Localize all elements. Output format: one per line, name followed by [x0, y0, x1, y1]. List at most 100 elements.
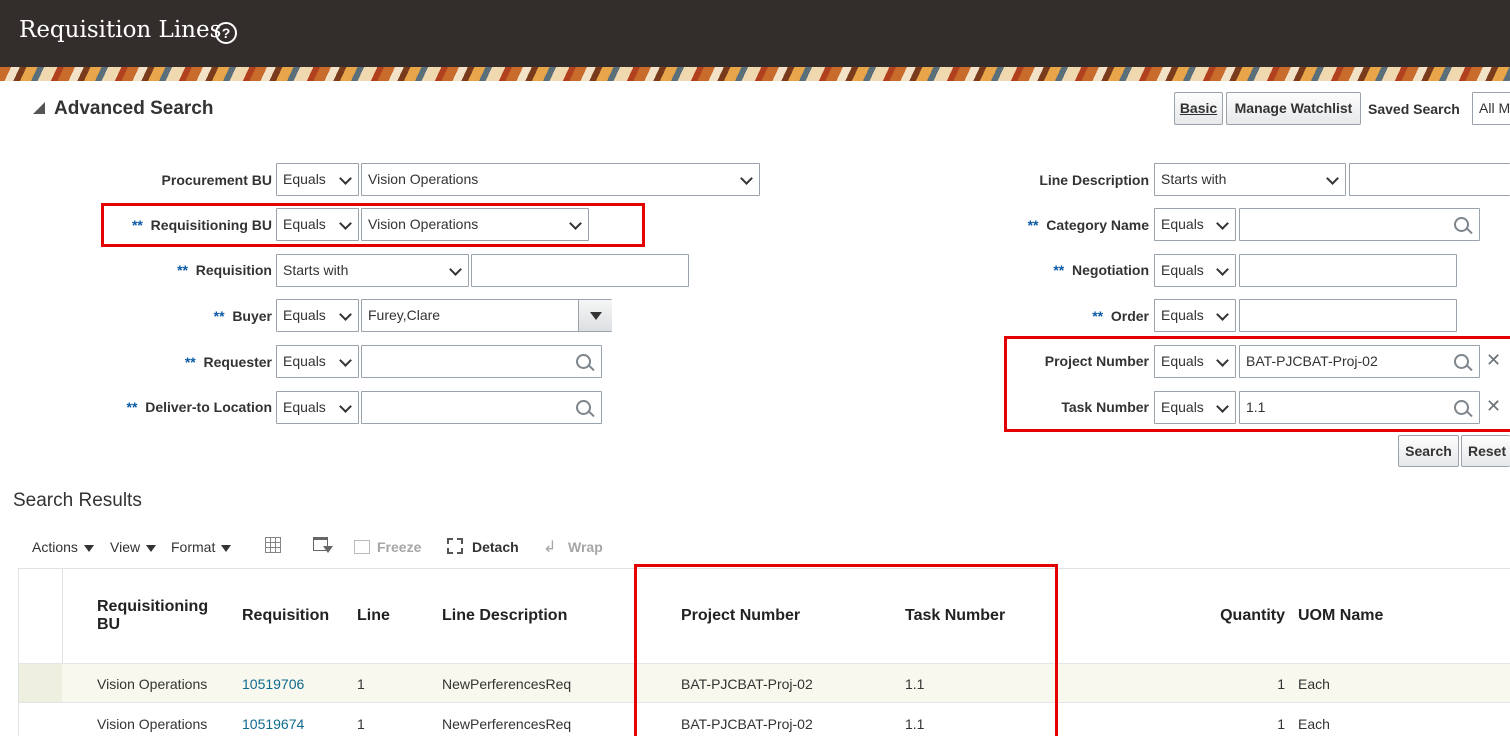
- category-name-input[interactable]: [1239, 208, 1480, 241]
- cell-uom-name: Each: [1298, 716, 1330, 732]
- row-selector[interactable]: [19, 664, 62, 702]
- chevron-down-icon: [1216, 354, 1229, 367]
- buyer-combobox[interactable]: Furey,Clare: [361, 299, 612, 332]
- deliver-to-location-label: ** Deliver-to Location: [126, 399, 272, 415]
- search-icon[interactable]: [1454, 400, 1469, 415]
- help-icon[interactable]: ?: [215, 22, 237, 44]
- wrap-button[interactable]: Wrap: [568, 539, 603, 555]
- manage-watchlist-button[interactable]: Manage Watchlist: [1226, 92, 1361, 125]
- search-icon[interactable]: [1454, 217, 1469, 232]
- actions-menu[interactable]: Actions: [32, 539, 94, 555]
- requisition-input[interactable]: [471, 254, 689, 287]
- requisition-link[interactable]: 10519674: [242, 716, 304, 732]
- column-header-uom-name[interactable]: UOM Name: [1298, 607, 1383, 625]
- filter-table-icon[interactable]: [313, 537, 333, 555]
- search-icon[interactable]: [1454, 354, 1469, 369]
- requisitioning-bu-select[interactable]: Vision Operations: [361, 208, 589, 241]
- procurement-bu-operator[interactable]: Equals: [276, 163, 359, 196]
- cell-line: 1: [357, 716, 365, 732]
- chevron-down-icon: [449, 263, 462, 276]
- cell-line-description: NewPerferencesReq: [442, 716, 572, 732]
- decorative-banner: [0, 67, 1510, 81]
- chevron-down-icon: [1326, 172, 1339, 185]
- search-icon[interactable]: [576, 354, 591, 369]
- wrap-icon: ↲: [543, 539, 557, 556]
- chevron-down-icon: [339, 400, 352, 413]
- caret-down-icon: [590, 312, 602, 320]
- column-header-quantity[interactable]: Quantity: [1220, 607, 1285, 625]
- deliver-to-location-operator[interactable]: Equals: [276, 391, 359, 424]
- chevron-down-icon: [740, 172, 753, 185]
- order-input[interactable]: [1239, 299, 1457, 332]
- cell-uom-name: Each: [1298, 676, 1330, 692]
- requester-input[interactable]: [361, 345, 602, 378]
- saved-search-select[interactable]: All M: [1472, 92, 1510, 125]
- saved-search-label: Saved Search: [1368, 101, 1460, 117]
- clear-icon[interactable]: ✕: [1486, 396, 1501, 417]
- buyer-operator[interactable]: Equals: [276, 299, 359, 332]
- clear-icon[interactable]: ✕: [1486, 350, 1501, 371]
- caret-down-icon: [83, 544, 94, 552]
- view-menu[interactable]: View: [110, 539, 157, 555]
- line-description-operator[interactable]: Starts with: [1154, 163, 1346, 196]
- basic-button[interactable]: Basic: [1174, 92, 1223, 125]
- order-operator[interactable]: Equals: [1154, 299, 1236, 332]
- chevron-down-icon: [339, 308, 352, 321]
- advanced-search-heading: Advanced Search: [54, 98, 214, 119]
- requisitioning-bu-label: ** Requisitioning BU: [131, 217, 272, 233]
- reset-button[interactable]: Reset: [1461, 435, 1510, 467]
- detach-icon: [447, 538, 463, 554]
- freeze-icon: [354, 540, 370, 554]
- chevron-down-icon: [339, 354, 352, 367]
- requester-label: ** Requester: [184, 354, 272, 370]
- search-button[interactable]: Search: [1398, 435, 1459, 467]
- column-header-requisition[interactable]: Requisition: [242, 607, 329, 625]
- task-number-input[interactable]: 1.1: [1239, 391, 1480, 424]
- chevron-down-icon: [1216, 217, 1229, 230]
- task-number-operator[interactable]: Equals: [1154, 391, 1236, 424]
- negotiation-label: ** Negotiation: [1053, 262, 1149, 278]
- requisition-operator[interactable]: Starts with: [276, 254, 469, 287]
- search-icon[interactable]: [576, 400, 591, 415]
- chevron-down-icon: [569, 217, 582, 230]
- highlight-box-project-task-columns: [634, 564, 1058, 736]
- columns-icon[interactable]: [265, 537, 283, 555]
- project-number-operator[interactable]: Equals: [1154, 345, 1236, 378]
- column-header-line[interactable]: Line: [357, 607, 390, 625]
- task-number-label: Task Number: [1061, 399, 1149, 415]
- line-description-input[interactable]: [1349, 163, 1510, 196]
- line-description-label: Line Description: [1039, 172, 1149, 188]
- cell-requisitioning-bu: Vision Operations: [97, 676, 208, 692]
- project-number-input[interactable]: BAT-PJCBAT-Proj-02: [1239, 345, 1480, 378]
- cell-line: 1: [357, 676, 365, 692]
- caret-down-icon: [146, 544, 157, 552]
- category-name-operator[interactable]: Equals: [1154, 208, 1236, 241]
- column-header-requisitioning-bu[interactable]: Requisitioning BU: [97, 598, 217, 634]
- project-number-label: Project Number: [1044, 353, 1149, 369]
- requisition-label: ** Requisition: [177, 262, 272, 278]
- procurement-bu-select[interactable]: Vision Operations: [361, 163, 760, 196]
- category-name-label: ** Category Name: [1027, 217, 1149, 233]
- chevron-down-icon: [339, 217, 352, 230]
- format-menu[interactable]: Format: [171, 539, 232, 555]
- freeze-button[interactable]: Freeze: [377, 539, 421, 555]
- page-title: Requisition Lines: [19, 17, 222, 43]
- detach-button[interactable]: Detach: [472, 539, 519, 555]
- order-label: ** Order: [1092, 308, 1149, 324]
- chevron-down-icon: [1216, 263, 1229, 276]
- deliver-to-location-input[interactable]: [361, 391, 602, 424]
- buyer-dropdown-button[interactable]: [578, 300, 612, 331]
- cell-line-description: NewPerferencesReq: [442, 676, 572, 692]
- buyer-label: ** Buyer: [213, 308, 272, 324]
- cell-requisitioning-bu: Vision Operations: [97, 716, 208, 732]
- chevron-down-icon: [1216, 400, 1229, 413]
- negotiation-operator[interactable]: Equals: [1154, 254, 1236, 287]
- requester-operator[interactable]: Equals: [276, 345, 359, 378]
- requisition-link[interactable]: 10519706: [242, 676, 304, 692]
- negotiation-input[interactable]: [1239, 254, 1457, 287]
- procurement-bu-label: Procurement BU: [161, 172, 272, 188]
- column-header-line-description[interactable]: Line Description: [442, 607, 567, 625]
- requisitioning-bu-operator[interactable]: Equals: [276, 208, 359, 241]
- collapse-triangle-icon[interactable]: [33, 102, 45, 114]
- chevron-down-icon: [339, 172, 352, 185]
